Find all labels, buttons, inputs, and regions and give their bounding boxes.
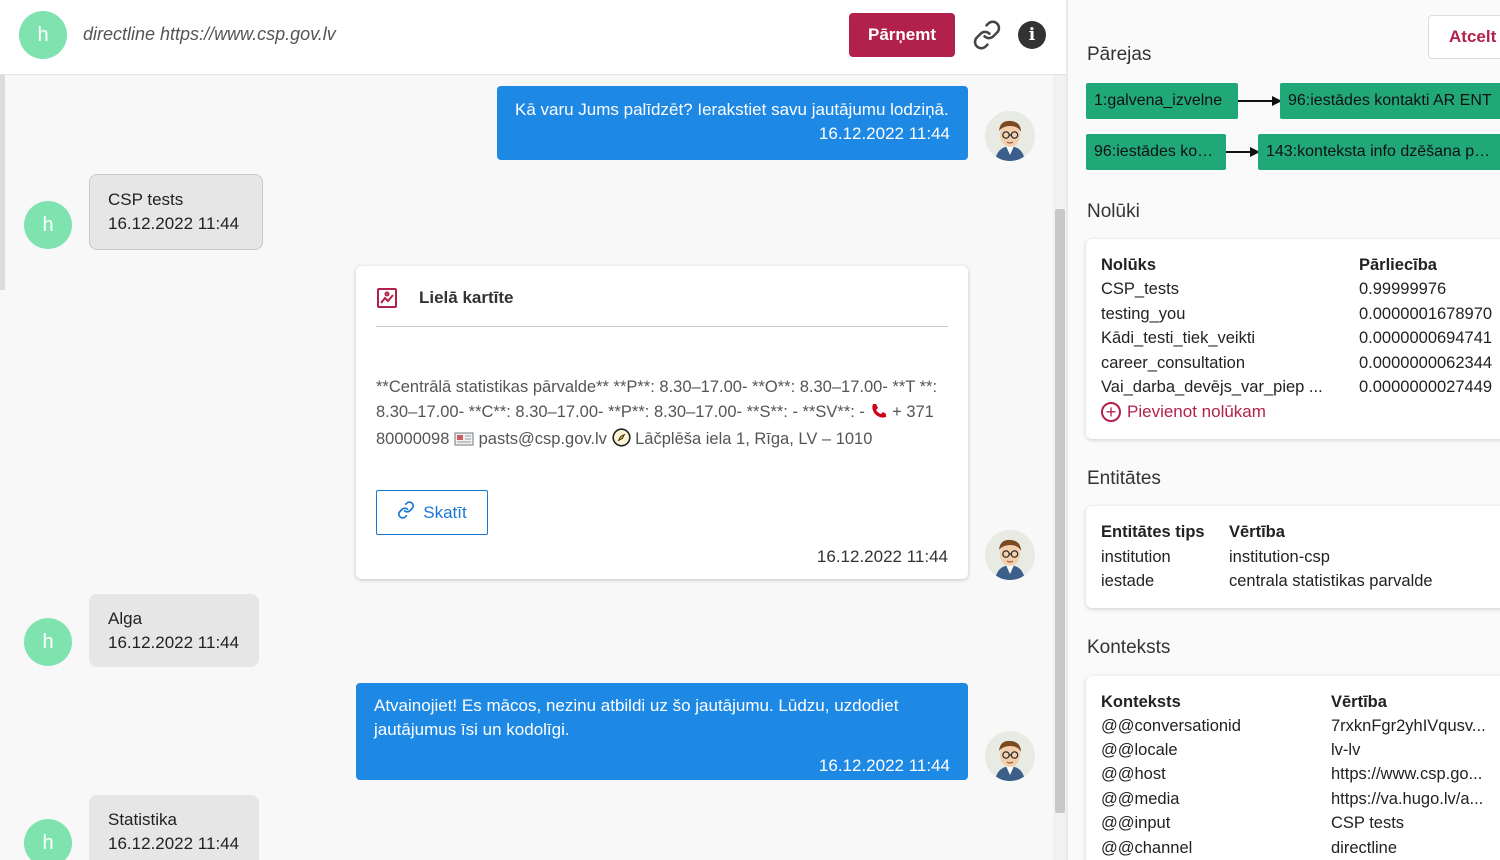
entities-header-value: Vērtība [1229,523,1285,541]
context-key: @@conversationid [1101,717,1241,735]
user-avatar: h [24,201,72,249]
bot-avatar [985,111,1035,161]
message-text: Alga [108,609,143,628]
chat-header: h directline https://www.csp.gov.lv Pārņ… [0,0,1066,75]
context-key: @@channel [1101,839,1193,857]
conversation-title: directline https://www.csp.gov.lv [83,24,336,44]
card-address: Lāčplēša iela 1, Rīga, LV – 1010 [635,430,873,448]
intent-name[interactable]: Kādi_testi_tiek_veikti [1101,329,1255,348]
card-title: Lielā kartīte [419,288,514,307]
bot-avatar [985,530,1035,580]
intent-confidence: 0.99999976 [1359,280,1447,298]
entity-value: institution-csp [1229,548,1330,566]
view-button[interactable]: Skatīt [376,490,488,535]
context-value: directline [1331,839,1398,857]
context-key: @@locale [1101,741,1178,759]
card-hours: **Centrālā statistikas pārvalde** **P**:… [376,378,938,421]
user-avatar: h [24,819,72,860]
cancel-button[interactable]: Atcelt [1428,15,1500,59]
user-avatar: h [19,11,67,59]
context-value: https://www.csp.go... [1331,765,1483,783]
context-value: https://va.hugo.lv/a... [1331,790,1484,808]
intent-name[interactable]: career_consultation [1101,354,1245,373]
context-header-key: Konteksts [1101,693,1181,711]
info-icon[interactable]: i [1018,21,1046,49]
intent-confidence: 0.0000000027449 [1359,378,1493,396]
context-value: CSP tests [1331,814,1405,832]
transitions-title: Pārejas [1087,44,1152,65]
intent-confidence: 0.0000000694741 [1359,329,1493,347]
transition-node[interactable]: 96:iestādes ko… [1086,134,1226,170]
message-time: 16.12.2022 11:44 [108,633,240,652]
entity-value: centrala statistikas parvalde [1229,572,1433,590]
transition-node[interactable]: 1:galvena_izvelne [1086,83,1238,119]
message-time: 16.12.2022 11:44 [108,214,240,233]
intent-name[interactable]: Vai_darba_devējs_var_piep ... [1101,378,1323,397]
view-button-label: Skatīt [423,502,467,522]
entities-title: Entitātes [1087,468,1161,489]
phone-icon [870,402,888,428]
context-key: @@input [1101,814,1171,832]
entities-card: Entitātes tips Vērtība institution insti… [1086,506,1500,608]
context-value: lv-lv [1331,741,1361,759]
intent-name[interactable]: testing_you [1101,305,1185,324]
message-text: Atvainojiet! Es mācos, nezinu atbildi uz… [374,696,899,739]
intent-confidence: 0.0000000062344 [1359,354,1493,372]
link-icon [397,501,415,524]
email-icon [454,430,474,455]
message-text: Statistika [108,810,177,829]
context-header-value: Vērtība [1331,693,1387,711]
message-time: 16.12.2022 11:44 [818,756,950,775]
bot-avatar [985,731,1035,781]
message-time: 16.12.2022 11:44 [108,834,240,853]
user-message: CSP tests 16.12.2022 11:44 [89,174,263,250]
message-time: 16.12.2022 11:44 [818,124,950,143]
transition-node[interactable]: 96:iestādes kontakti AR ENT [1280,83,1500,119]
left-edge-bar [0,75,5,290]
message-text: CSP tests [108,190,184,209]
big-card: Lielā kartīte **Centrālā statistikas pār… [356,266,968,579]
message-time: 16.12.2022 11:44 [816,547,948,566]
take-over-button[interactable]: Pārņemt [849,13,955,57]
user-message: Statistika 16.12.2022 11:44 [89,795,259,860]
chat-panel: h directline https://www.csp.gov.lv Pārņ… [0,0,1068,860]
intent-name[interactable]: CSP_tests [1101,280,1179,299]
message-text: Kā varu Jums palīdzēt? Ierakstiet savu j… [515,100,949,119]
entity-type: iestade [1101,572,1155,590]
context-key: @@host [1101,765,1166,783]
card-divider [376,326,948,327]
intents-card: Nolūks Pārliecība CSP_tests 0.99999976 t… [1086,239,1500,439]
transition-node[interactable]: 143:konteksta info dzēšana p… [1258,134,1500,170]
compass-icon [611,428,631,455]
entity-type: institution [1101,548,1171,566]
card-text: **Centrālā statistikas pārvalde** **P**:… [376,375,956,455]
plus-circle-icon: + [1101,402,1121,422]
intents-title: Nolūki [1087,201,1140,222]
intents-header-confidence: Pārliecība [1359,256,1437,274]
bot-message: Atvainojiet! Es mācos, nezinu atbildi uz… [356,683,968,780]
add-intent-button[interactable]: + Pievienot nolūkam [1101,402,1266,422]
user-avatar: h [24,618,72,666]
details-panel: Atcelt Pārejas 1:galvena_izvelne 96:iest… [1068,0,1500,860]
context-title: Konteksts [1087,637,1171,658]
intent-confidence: 0.0000001678970 [1359,305,1493,323]
image-card-icon [376,287,398,309]
add-intent-label: Pievienot nolūkam [1127,402,1266,421]
user-message: Alga 16.12.2022 11:44 [89,594,259,667]
scrollbar-thumb[interactable] [1055,209,1065,813]
link-icon[interactable] [972,20,1002,50]
entities-header-type: Entitātes tips [1101,523,1205,541]
intents-header-name: Nolūks [1101,256,1157,274]
context-key: @@media [1101,790,1180,808]
card-email: pasts@csp.gov.lv [478,430,607,448]
bot-message: Kā varu Jums palīdzēt? Ierakstiet savu j… [497,86,968,160]
context-value: 7rxknFgr2yhIVqusv... [1331,717,1486,735]
context-card: Konteksts Vērtība @@conversationid 7rxkn… [1086,676,1500,860]
